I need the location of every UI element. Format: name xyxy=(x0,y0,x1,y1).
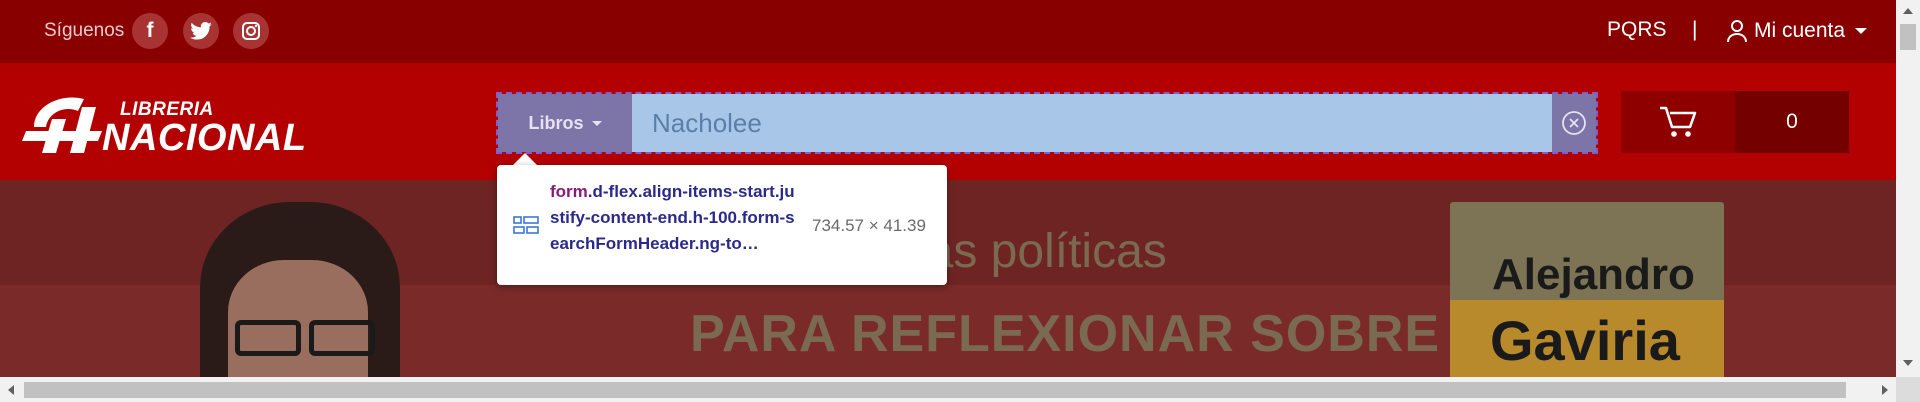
facebook-icon[interactable]: f xyxy=(132,13,168,49)
horizontal-scroll-thumb[interactable] xyxy=(24,382,1846,398)
tooltip-dimensions: 734.57 × 41.39 xyxy=(812,216,926,235)
account-menu[interactable]: Mi cuenta xyxy=(1726,16,1868,46)
search-form: Libros xyxy=(496,92,1598,154)
logo-text-nacional: NACIONAL xyxy=(102,117,307,159)
cart-count: 0 xyxy=(1735,91,1849,153)
cart-button[interactable] xyxy=(1621,91,1735,153)
promo-banner[interactable]: rias políticas PARA REFLEXIONAR SOBRE Al… xyxy=(0,180,1896,377)
vertical-scrollbar[interactable] xyxy=(1896,0,1920,377)
twitter-bird-icon xyxy=(190,22,212,40)
inspector-tooltip: form.d-flex.align-items-start.justify-co… xyxy=(497,165,947,285)
search-input[interactable] xyxy=(632,94,1556,152)
top-bar: Síguenos f PQRS | Mi cuenta xyxy=(0,0,1896,63)
horizontal-scrollbar[interactable] xyxy=(0,377,1896,402)
follow-label: Síguenos xyxy=(44,20,125,41)
pqrs-link[interactable]: PQRS xyxy=(1607,18,1667,42)
main-header: LIBRERIA NACIONAL Libros 0 xyxy=(0,63,1896,180)
glasses-lens xyxy=(309,320,375,356)
book-author-last: Gaviria xyxy=(1490,309,1680,372)
chevron-down-icon xyxy=(591,120,602,126)
chevron-down-icon xyxy=(1855,28,1868,34)
glasses-lens xyxy=(235,320,301,356)
account-label: Mi cuenta xyxy=(1754,19,1846,42)
category-dropdown[interactable]: Libros xyxy=(498,94,632,152)
clear-search-button[interactable] xyxy=(1552,94,1596,152)
banner-headline: PARA REFLEXIONAR SOBRE xyxy=(690,305,1441,363)
instagram-icon[interactable] xyxy=(233,13,269,49)
category-label: Libros xyxy=(528,112,584,133)
tooltip-tag: form xyxy=(550,182,588,201)
scroll-right-arrow-icon[interactable] xyxy=(1882,385,1888,395)
scroll-down-arrow-icon[interactable] xyxy=(1903,360,1913,366)
scroll-left-arrow-icon[interactable] xyxy=(8,385,14,395)
author-face xyxy=(228,260,368,377)
tooltip-selector: form.d-flex.align-items-start.justify-co… xyxy=(550,179,800,257)
cart-icon xyxy=(1660,106,1697,137)
facebook-glyph: f xyxy=(146,19,154,42)
tooltip-arrow xyxy=(513,153,537,165)
close-circle-icon xyxy=(1562,111,1586,135)
scroll-up-arrow-icon[interactable] xyxy=(1903,8,1913,14)
vertical-scroll-thumb[interactable] xyxy=(1900,24,1916,50)
flex-layout-icon xyxy=(513,216,539,234)
nav-separator: | xyxy=(1692,18,1698,41)
book-author-first: Alejandro xyxy=(1492,250,1695,299)
instagram-glyph-icon xyxy=(242,22,260,40)
scrollbar-corner xyxy=(1896,377,1920,402)
user-icon xyxy=(1727,20,1747,43)
twitter-icon[interactable] xyxy=(183,13,219,49)
glasses xyxy=(235,320,375,356)
